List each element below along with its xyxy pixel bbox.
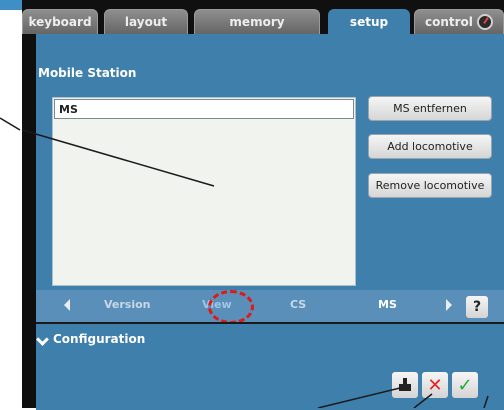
control-gauge-icon xyxy=(476,14,493,30)
list-item[interactable]: MS xyxy=(54,99,354,119)
section-title: Mobile Station xyxy=(38,66,137,80)
tab-label: setup xyxy=(349,15,389,29)
config-title-label: Configuration xyxy=(53,332,146,346)
tab-bar: keyboard layout memory setup control xyxy=(22,0,504,34)
tab-control[interactable]: control xyxy=(414,9,504,34)
cancel-button[interactable]: ✕ xyxy=(422,372,448,398)
corner-mark xyxy=(0,0,22,10)
help-button[interactable]: ? xyxy=(466,296,488,318)
tab-label: control xyxy=(425,15,473,29)
save-button[interactable] xyxy=(392,372,418,398)
tab-label: keyboard xyxy=(28,15,92,29)
subnav-version[interactable]: Version xyxy=(104,298,151,311)
prev-arrow-icon[interactable] xyxy=(64,299,70,311)
remove-locomotive-button[interactable]: Remove locomotive xyxy=(368,173,492,198)
save-icon xyxy=(398,378,412,392)
tab-keyboard[interactable]: keyboard xyxy=(22,9,98,34)
callout-line-list-left xyxy=(0,117,21,131)
subnav-cs[interactable]: CS xyxy=(290,298,306,311)
ms-entfernen-button[interactable]: MS entfernen xyxy=(368,96,492,121)
highlight-ring xyxy=(208,290,254,324)
confirm-button[interactable]: ✓ xyxy=(452,372,478,398)
tab-layout[interactable]: layout xyxy=(104,9,188,34)
cancel-icon: ✕ xyxy=(427,374,443,396)
tab-memory[interactable]: memory xyxy=(194,9,320,34)
confirm-icon: ✓ xyxy=(457,374,473,396)
next-arrow-icon[interactable] xyxy=(446,299,452,311)
wrench-icon xyxy=(36,332,49,346)
mobile-station-list[interactable]: MS xyxy=(52,97,356,286)
setup-subnav: Version View CS MS xyxy=(36,290,504,322)
tab-setup[interactable]: setup xyxy=(328,9,410,34)
add-locomotive-button[interactable]: Add locomotive xyxy=(368,134,492,159)
subnav-ms[interactable]: MS xyxy=(378,298,397,311)
tab-label: layout xyxy=(124,15,168,29)
tab-label: memory xyxy=(229,15,285,29)
config-title: Configuration xyxy=(36,332,146,346)
